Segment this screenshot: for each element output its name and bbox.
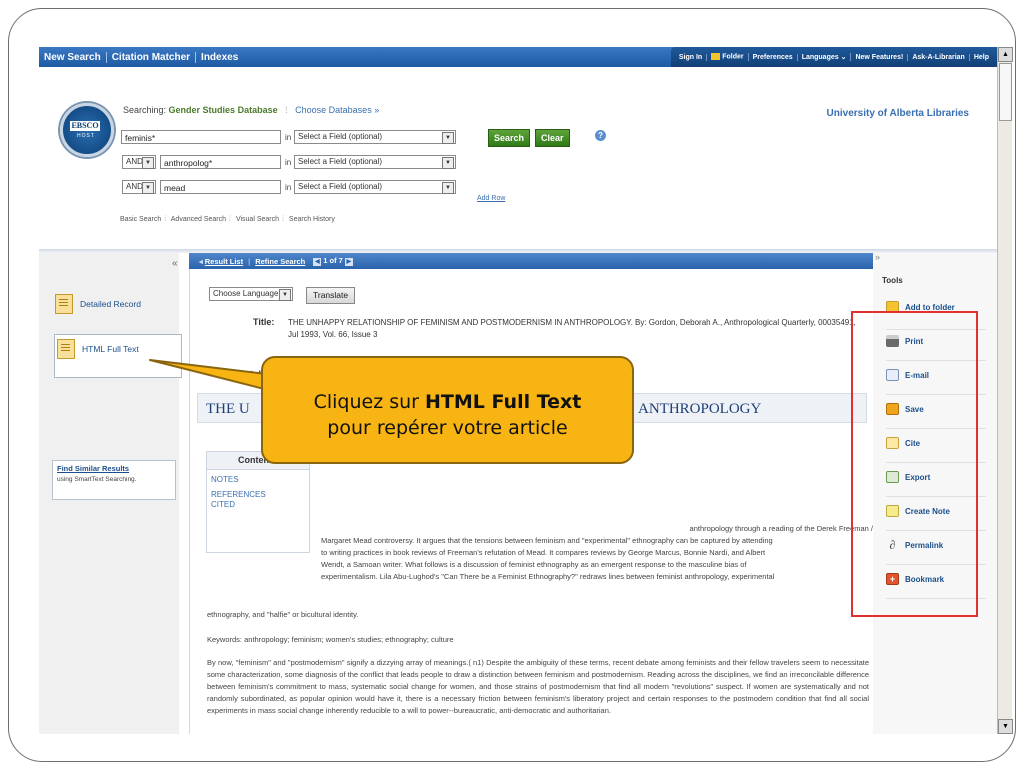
visual-search-link[interactable]: Visual Search: [236, 216, 279, 223]
html-full-text-link[interactable]: HTML Full Text: [57, 339, 139, 359]
field-select-3[interactable]: Select a Field (optional) ▼: [294, 180, 456, 194]
document-icon: [55, 294, 73, 314]
sign-in-link[interactable]: Sign In: [675, 53, 708, 61]
callout-line-1: Cliquez sur HTML Full Text: [263, 389, 632, 415]
vertical-scrollbar[interactable]: ▲ ▼: [997, 47, 1013, 734]
preferences-link[interactable]: Preferences: [749, 53, 798, 61]
help-link[interactable]: Help: [970, 54, 993, 61]
ebsco-logo[interactable]: EBSCO HOST: [60, 103, 114, 157]
field-select-1[interactable]: Select a Field (optional) ▼: [294, 130, 456, 144]
clear-button[interactable]: Clear: [535, 129, 570, 147]
find-similar-subtext: using SmartText Searching.: [57, 476, 137, 483]
find-similar-link[interactable]: Find Similar Results: [57, 464, 171, 473]
scroll-thumb[interactable]: [999, 63, 1012, 121]
search-term-1[interactable]: feminis*: [121, 130, 281, 144]
advanced-search-link[interactable]: Advanced Search: [171, 216, 226, 223]
database-name: Gender Studies Database: [168, 105, 278, 115]
in-label: in: [285, 183, 292, 192]
result-list-link[interactable]: Result List: [205, 257, 243, 266]
university-name: University of Alberta Libraries: [826, 108, 969, 119]
search-mode-links: Basic Search ⁞ Advanced Search ⁞ Visual Se…: [120, 216, 335, 223]
collapse-right-icon[interactable]: »: [875, 252, 880, 262]
chevron-down-icon: ▼: [279, 289, 291, 301]
back-arrow-icon: ◂: [199, 256, 203, 266]
keywords: Keywords: anthropology; feminism; women'…: [207, 635, 454, 644]
translate-button[interactable]: Translate: [306, 287, 356, 304]
nav-indexes[interactable]: Indexes: [196, 52, 243, 63]
languages-menu[interactable]: Languages ⌄: [798, 53, 852, 61]
basic-search-link[interactable]: Basic Search: [120, 216, 161, 223]
detailed-record-link[interactable]: Detailed Record: [55, 294, 141, 314]
refine-search-link[interactable]: Refine Search: [255, 257, 305, 266]
chevron-down-icon: ▼: [142, 157, 154, 169]
folder-icon: [711, 53, 721, 61]
logo-text: EBSCO: [70, 121, 100, 131]
top-right-links: Sign In Folder Preferences Languages ⌄ N…: [670, 47, 997, 67]
contents-notes-link[interactable]: NOTES: [207, 475, 309, 485]
searching-label: Searching:: [123, 105, 167, 115]
contents-box: Conten NOTES REFERENCES CITED: [206, 451, 310, 553]
search-button[interactable]: Search: [488, 129, 531, 147]
in-label: in: [285, 158, 292, 167]
callout-prefix: Cliquez sur: [313, 391, 426, 413]
article-heading-left: THE U: [206, 401, 250, 417]
title-value: THE UNHAPPY RELATIONSHIP OF FEMINISM AND…: [288, 318, 856, 339]
add-row-link[interactable]: Add Row: [477, 195, 505, 202]
tools-header: Tools: [882, 276, 903, 285]
chevron-down-icon: ▼: [442, 182, 454, 194]
boolean-select-2[interactable]: AND ▼: [122, 155, 156, 169]
next-record-button[interactable]: ▶: [344, 258, 353, 266]
help-icon[interactable]: ?: [595, 130, 606, 141]
abstract-line: Margaret Mead controversy. It argues tha…: [321, 536, 773, 545]
logo-subtext: HOST: [77, 133, 95, 139]
abstract: anthropology through a reading of the De…: [321, 523, 873, 583]
title-label: Title:: [253, 317, 275, 327]
searching-line: Searching: Gender Studies Database ⁞ Cho…: [123, 105, 380, 115]
contents-references-link[interactable]: REFERENCES CITED: [207, 490, 291, 510]
chevron-down-icon: ▼: [142, 182, 154, 194]
new-features-link[interactable]: New Features!: [851, 53, 909, 61]
search-term-3[interactable]: mead: [160, 180, 281, 194]
nav-new-search[interactable]: New Search: [39, 51, 107, 63]
folder-link[interactable]: Folder: [707, 53, 749, 61]
detailed-record-label: Detailed Record: [80, 299, 141, 309]
choose-language-select[interactable]: Choose Language ▼: [209, 287, 293, 301]
instruction-callout: Cliquez sur HTML Full Text pour repérer …: [261, 356, 634, 464]
top-navbar: New Search Citation Matcher Indexes Sign…: [39, 47, 997, 67]
find-similar-box: Find Similar Results using SmartText Sea…: [52, 460, 176, 500]
abstract-line: to writing practices in book reviews of …: [321, 548, 766, 557]
article-body: By now, "feminism" and "postmodernism" s…: [207, 658, 869, 715]
search-history-link[interactable]: Search History: [289, 216, 335, 223]
html-document-icon: [57, 339, 75, 359]
tools-highlight-box: [851, 311, 978, 617]
article-heading-right: ANTHROPOLOGY: [638, 401, 762, 417]
html-full-text-label: HTML Full Text: [82, 344, 139, 354]
collapse-left-icon[interactable]: «: [172, 258, 178, 269]
record-toolbar: ◂ Result List | Refine Search ◀ 1 of 7 ▶: [189, 253, 873, 269]
abstract-tail: ethnography, and "halfie" or bicultural …: [207, 610, 359, 619]
in-label: in: [285, 133, 292, 142]
callout-line-2: pour repérer votre article: [327, 417, 568, 439]
chevron-down-icon: ▼: [442, 132, 454, 144]
record-paging: 1 of 7: [323, 256, 343, 265]
search-term-2[interactable]: anthropolog*: [160, 155, 281, 169]
abstract-line: Wendt, a Samoan writer. What follows is …: [321, 560, 747, 569]
choose-databases-link[interactable]: Choose Databases »: [295, 105, 379, 115]
nav-citation-matcher[interactable]: Citation Matcher: [107, 51, 197, 63]
previous-record-button[interactable]: ◀: [313, 258, 322, 266]
boolean-select-3[interactable]: AND ▼: [122, 180, 156, 194]
callout-bold: HTML Full Text: [425, 391, 582, 413]
scroll-up-icon[interactable]: ▲: [998, 47, 1013, 62]
abstract-line: anthropology through a reading of the De…: [689, 524, 873, 533]
chevron-down-icon: ▼: [442, 157, 454, 169]
ask-librarian-link[interactable]: Ask-A-Librarian: [908, 53, 970, 61]
field-select-2[interactable]: Select a Field (optional) ▼: [294, 155, 456, 169]
scroll-down-icon[interactable]: ▼: [998, 719, 1013, 734]
abstract-line: experimentalism. Lila Abu-Lughod's "Can …: [321, 572, 775, 581]
